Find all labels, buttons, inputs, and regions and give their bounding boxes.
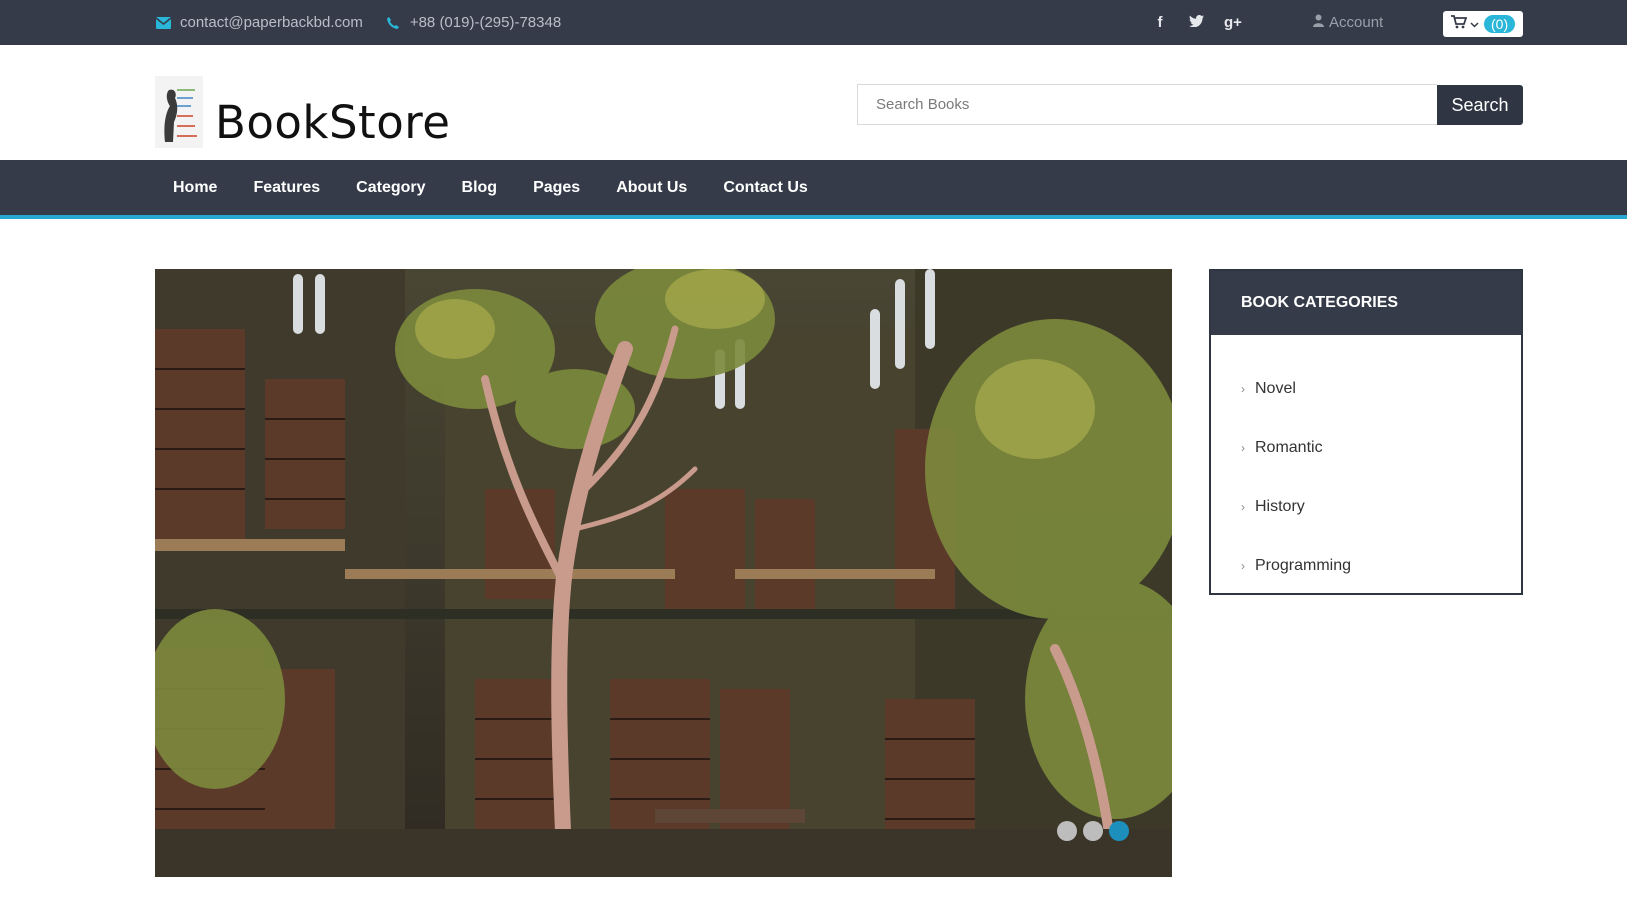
chevron-right-icon: › [1241,499,1245,514]
nav-item-pages[interactable]: Pages [515,179,598,197]
contact-phone[interactable]: +88 (019)-(295)-78348 [385,14,561,31]
search-button[interactable]: Search [1437,85,1523,125]
nav-item-about-us[interactable]: About Us [598,179,705,197]
hero-slider[interactable] [155,269,1172,877]
slider-dot-1[interactable] [1057,821,1077,841]
contact-info: contact@paperbackbd.com +88 (019)-(295)-… [155,0,573,45]
category-label: Programming [1255,556,1352,574]
category-item-history[interactable]: › History [1211,477,1521,536]
nav-item-blog[interactable]: Blog [444,179,516,197]
chevron-right-icon: › [1241,558,1245,573]
nav-item-contact-us[interactable]: Contact Us [705,179,825,197]
category-label: Novel [1255,379,1296,397]
slider-dot-3[interactable] [1109,821,1129,841]
search-input[interactable] [857,84,1437,125]
slider-image [155,269,1172,877]
contact-email[interactable]: contact@paperbackbd.com [155,14,363,31]
contact-phone-text: +88 (019)-(295)-78348 [409,14,562,31]
main-nav: Home Features Category Blog Pages About … [0,160,1627,219]
contact-email-text: contact@paperbackbd.com [180,14,363,31]
slider-dot-2[interactable] [1083,821,1103,841]
site-logo[interactable] [155,76,203,148]
shopping-cart-icon [1451,14,1468,34]
account-label: Account [1329,14,1384,31]
envelope-icon [155,15,171,31]
phone-icon [385,15,401,31]
facebook-icon[interactable]: f [1152,14,1168,31]
nav-item-home[interactable]: Home [155,179,235,197]
cart-count-badge: (0) [1484,15,1516,33]
user-icon [1313,14,1324,31]
account-link[interactable]: Account [1313,0,1383,45]
top-bar: contact@paperbackbd.com +88 (019)-(295)-… [0,0,1627,45]
book-categories-title: BOOK CATEGORIES [1211,271,1521,335]
social-links: f g+ [1152,0,1242,45]
brand-name[interactable]: BookStore [215,96,450,149]
category-item-programming[interactable]: › Programming [1211,536,1521,595]
cart-button[interactable]: (0) [1443,11,1523,37]
category-label: History [1255,497,1305,515]
google-plus-icon[interactable]: g+ [1224,14,1242,31]
nav-item-features[interactable]: Features [235,179,338,197]
nav-item-category[interactable]: Category [338,179,443,197]
twitter-icon[interactable] [1188,14,1204,31]
slider-pagination [1057,821,1129,841]
chevron-right-icon: › [1241,381,1245,396]
category-label: Romantic [1255,438,1323,456]
book-categories-panel: BOOK CATEGORIES › Novel › Romantic › Histor… [1209,269,1523,595]
chevron-down-icon [1470,15,1479,33]
chevron-right-icon: › [1241,440,1245,455]
category-item-romantic[interactable]: › Romantic [1211,418,1521,477]
category-item-novel[interactable]: › Novel [1211,359,1521,418]
